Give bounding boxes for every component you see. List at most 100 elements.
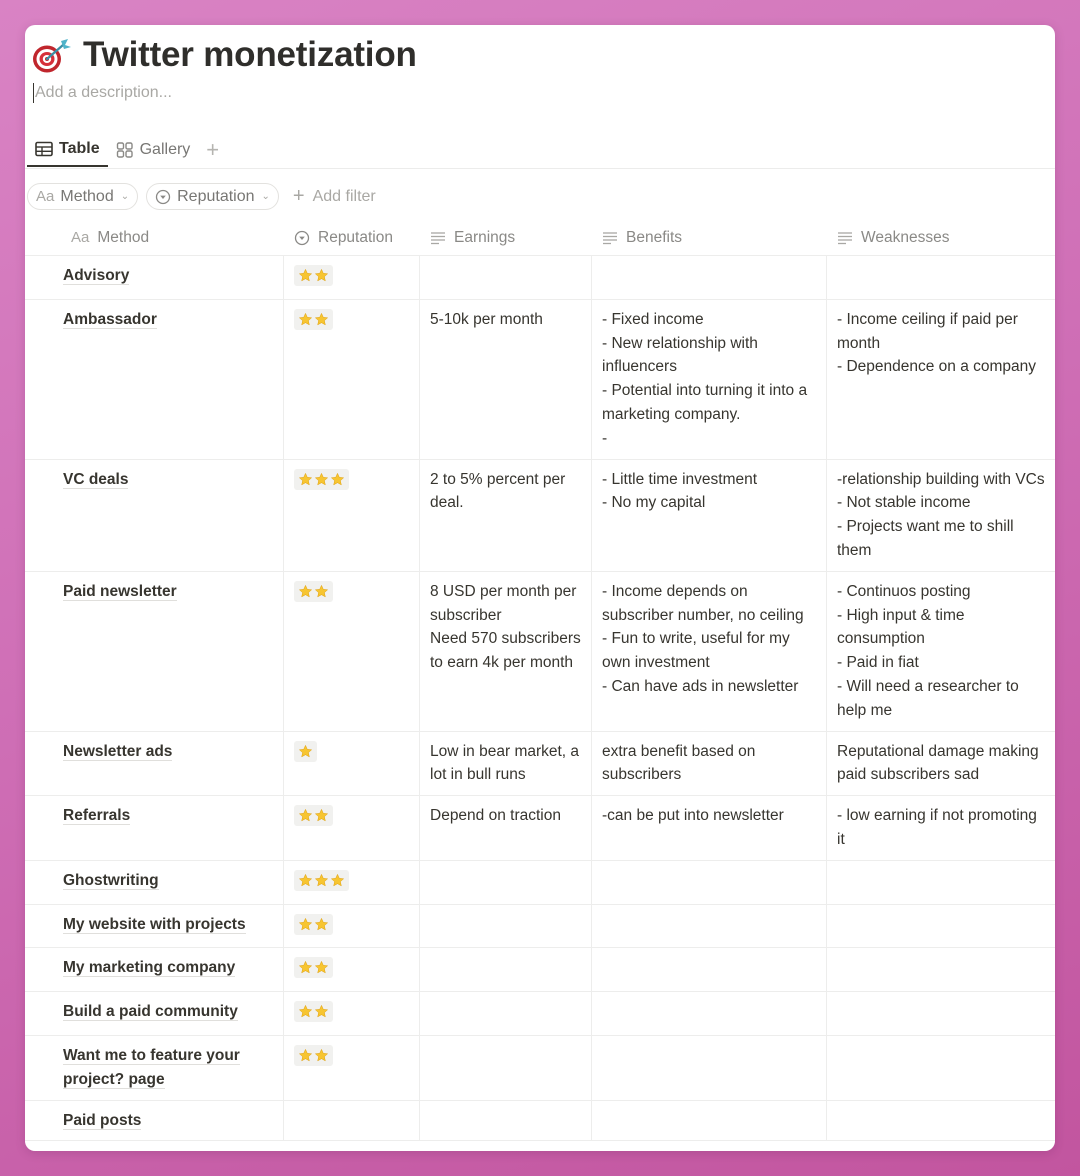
cell-benefits[interactable] xyxy=(592,992,827,1035)
table-row[interactable]: Referrals Depend on traction -can be put i… xyxy=(25,796,1055,861)
cell-earnings[interactable] xyxy=(420,904,592,948)
cell-reputation[interactable] xyxy=(284,992,420,1035)
cell-weaknesses[interactable] xyxy=(827,1036,1055,1100)
cell-method[interactable]: Paid newsletter xyxy=(25,571,284,731)
cell-method[interactable]: Want me to feature your project? page xyxy=(25,1035,284,1100)
reputation-tag[interactable] xyxy=(294,265,333,286)
cell-reputation[interactable] xyxy=(284,796,420,860)
column-header-method[interactable]: Aa Method xyxy=(25,220,284,256)
cell-weaknesses[interactable] xyxy=(827,992,1055,1035)
cell-reputation[interactable] xyxy=(284,1035,420,1100)
row-title[interactable]: Ambassador xyxy=(63,310,157,329)
cell-benefits[interactable]: - Little time investment - No my capital xyxy=(592,459,827,571)
cell-method[interactable]: Ambassador xyxy=(25,299,284,459)
table-row[interactable]: VC deals 2 to 5% percent per deal. - Littl… xyxy=(25,459,1055,572)
cell-earnings[interactable]: Depend on traction xyxy=(420,796,592,860)
table-row[interactable]: Ambassador 5-10k per month - Fixed income … xyxy=(25,299,1055,460)
cell-reputation[interactable] xyxy=(284,299,420,459)
reputation-tag[interactable] xyxy=(294,913,333,935)
cell-benefits[interactable] xyxy=(592,904,827,948)
cell-earnings[interactable] xyxy=(420,1035,592,1100)
cell-benefits[interactable] xyxy=(592,1035,827,1100)
cell-method[interactable]: Referrals xyxy=(25,796,284,860)
row-title[interactable]: Want me to feature your project? page xyxy=(63,1046,240,1089)
cell-earnings[interactable]: Low in bear market, a lot in bull runs xyxy=(420,731,592,796)
reputation-tag[interactable] xyxy=(294,1001,333,1023)
cell-earnings[interactable] xyxy=(420,992,592,1035)
column-header-benefits[interactable]: Benefits xyxy=(592,220,827,256)
row-title[interactable]: Referrals xyxy=(63,807,131,826)
table-row[interactable]: Want me to feature your project? page xyxy=(25,1035,1055,1101)
row-title[interactable]: Paid posts xyxy=(63,1111,142,1130)
cell-method[interactable]: Ghostwriting xyxy=(25,860,284,904)
cell-reputation[interactable] xyxy=(284,1100,420,1141)
cell-earnings[interactable] xyxy=(420,256,592,299)
cell-benefits[interactable] xyxy=(592,256,827,299)
column-header-weaknesses[interactable]: Weaknesses xyxy=(827,220,1055,256)
row-title[interactable]: Newsletter ads xyxy=(63,742,173,761)
cell-earnings[interactable] xyxy=(420,948,592,992)
cell-weaknesses[interactable] xyxy=(827,905,1055,948)
tab-table[interactable]: Table xyxy=(27,133,108,167)
row-title[interactable]: My website with projects xyxy=(63,915,246,934)
cell-method[interactable]: VC deals xyxy=(25,459,284,571)
cell-method[interactable]: My website with projects xyxy=(25,904,284,948)
table-row[interactable]: My website with projects xyxy=(25,904,1055,949)
row-title[interactable]: Build a paid community xyxy=(63,1003,238,1022)
cell-weaknesses[interactable]: Reputational damage making paid subscrib… xyxy=(827,732,1055,796)
row-title[interactable]: Advisory xyxy=(63,267,130,285)
reputation-tag[interactable] xyxy=(294,468,349,490)
cell-weaknesses[interactable]: -relationship building with VCs - Not st… xyxy=(827,460,1055,571)
cell-benefits[interactable] xyxy=(592,1100,827,1141)
tab-gallery[interactable]: Gallery xyxy=(108,133,199,167)
cell-method[interactable]: Advisory xyxy=(25,256,284,299)
add-view-button[interactable]: + xyxy=(198,133,227,167)
cell-benefits[interactable]: -can be put into newsletter xyxy=(592,796,827,860)
table-row[interactable]: Paid newsletter 8 USD per month per subsc… xyxy=(25,571,1055,732)
reputation-tag[interactable] xyxy=(294,957,333,979)
row-title[interactable]: VC deals xyxy=(63,470,129,489)
add-filter-button[interactable]: + Add filter xyxy=(287,185,382,208)
filter-chip-method[interactable]: Aa Method ⌄ xyxy=(27,183,139,210)
cell-weaknesses[interactable] xyxy=(827,1101,1055,1141)
cell-reputation[interactable] xyxy=(284,571,420,731)
cell-method[interactable]: Build a paid community xyxy=(25,992,284,1035)
cell-benefits[interactable] xyxy=(592,860,827,904)
page-title[interactable]: Twitter monetization xyxy=(83,35,417,75)
dart-target-icon[interactable] xyxy=(31,35,73,75)
cell-benefits[interactable]: - Income depends on subscriber number, n… xyxy=(592,571,827,731)
cell-benefits[interactable] xyxy=(592,948,827,992)
reputation-tag[interactable] xyxy=(294,308,333,330)
cell-weaknesses[interactable] xyxy=(827,861,1055,904)
cell-reputation[interactable] xyxy=(284,256,420,299)
cell-reputation[interactable] xyxy=(284,731,420,796)
table-row[interactable]: Paid posts xyxy=(25,1100,1055,1142)
table-row[interactable]: My marketing company xyxy=(25,948,1055,993)
cell-weaknesses[interactable]: - low earning if not promoting it xyxy=(827,796,1055,860)
cell-weaknesses[interactable] xyxy=(827,948,1055,991)
reputation-tag[interactable] xyxy=(294,805,333,827)
column-header-reputation[interactable]: Reputation xyxy=(284,220,420,256)
reputation-tag[interactable] xyxy=(294,1044,333,1066)
add-new-row-button[interactable]: + New xyxy=(25,1141,1055,1151)
cell-earnings[interactable]: 2 to 5% percent per deal. xyxy=(420,459,592,571)
table-row[interactable]: Advisory xyxy=(25,256,1055,300)
cell-method[interactable]: My marketing company xyxy=(25,948,284,992)
cell-method[interactable]: Newsletter ads xyxy=(25,731,284,796)
cell-earnings[interactable] xyxy=(420,1100,592,1141)
table-row[interactable]: Build a paid community xyxy=(25,992,1055,1036)
cell-earnings[interactable]: 5-10k per month xyxy=(420,299,592,459)
column-header-earnings[interactable]: Earnings xyxy=(420,220,592,256)
cell-reputation[interactable] xyxy=(284,948,420,992)
cell-weaknesses[interactable] xyxy=(827,256,1055,299)
cell-weaknesses[interactable]: - Continuos posting - High input & time … xyxy=(827,572,1055,731)
cell-reputation[interactable] xyxy=(284,459,420,571)
cell-benefits[interactable]: extra benefit based on subscribers xyxy=(592,731,827,796)
cell-reputation[interactable] xyxy=(284,904,420,948)
table-row[interactable]: Ghostwriting xyxy=(25,860,1055,905)
cell-benefits[interactable]: - Fixed income - New relationship with i… xyxy=(592,299,827,459)
cell-weaknesses[interactable]: - Income ceiling if paid per month - Dep… xyxy=(827,300,1055,459)
reputation-tag[interactable] xyxy=(294,869,349,891)
cell-earnings[interactable]: 8 USD per month per subscriber Need 570 … xyxy=(420,571,592,731)
description-input[interactable]: Add a description... xyxy=(33,83,172,103)
